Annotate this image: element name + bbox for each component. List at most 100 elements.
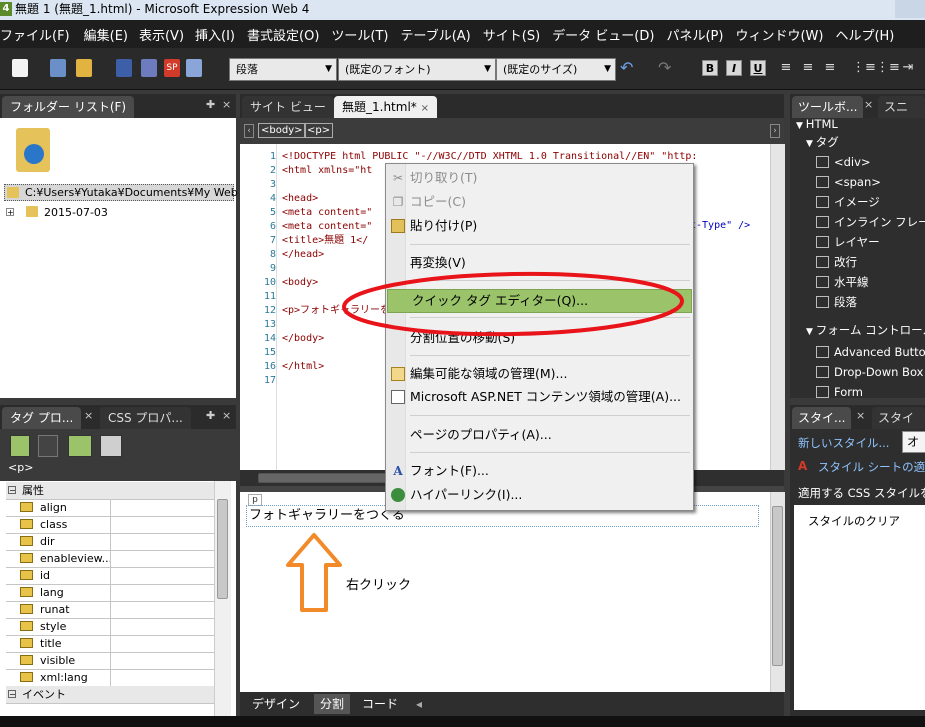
undo-icon[interactable]: ↶ <box>620 59 636 77</box>
scroll-right-icon[interactable]: › <box>770 124 780 138</box>
align-left-icon[interactable]: ≡ <box>778 59 794 77</box>
menu-view[interactable]: 表示(V) <box>139 25 190 44</box>
property-value[interactable] <box>110 499 215 516</box>
toolbox-group-forms[interactable]: ▼ フォーム コントロール <box>806 320 925 340</box>
menu-item-hyperlink[interactable]: ハイパーリンク(I)... <box>386 484 693 506</box>
property-value[interactable] <box>110 601 215 618</box>
save-icon[interactable] <box>116 59 132 77</box>
property-row[interactable]: visible <box>6 652 214 670</box>
indent-icon[interactable]: ⇥ <box>900 59 916 77</box>
window-control-button[interactable] <box>895 0 925 18</box>
align-center-icon[interactable]: ≡ <box>800 59 816 77</box>
tab-css-properties[interactable]: CSS プロパ... <box>100 407 191 429</box>
font-size-dropdown[interactable]: (既定のサイズ) ▼ <box>496 58 616 81</box>
menu-tools[interactable]: ツール(T) <box>331 25 394 44</box>
close-icon[interactable]: × <box>222 98 231 111</box>
menu-edit[interactable]: 編集(E) <box>84 25 134 44</box>
folder-item[interactable]: + 2015-07-03 <box>4 204 224 221</box>
property-row[interactable]: lang <box>6 584 214 602</box>
menu-panels[interactable]: パネル(P) <box>666 25 729 44</box>
menu-dataview[interactable]: データ ビュー(D) <box>552 25 660 44</box>
property-row[interactable]: xml:lang <box>6 669 214 687</box>
menu-format[interactable]: 書式設定(O) <box>247 25 325 44</box>
scroll-thumb[interactable] <box>217 499 228 599</box>
menu-item-font[interactable]: A フォント(F)... <box>386 460 693 482</box>
code-vertical-scrollbar[interactable] <box>770 144 785 470</box>
collapse-icon[interactable]: − <box>8 486 16 495</box>
property-row[interactable]: title <box>6 635 214 653</box>
property-value[interactable] <box>110 584 215 601</box>
pin-icon[interactable]: ✚ <box>206 409 215 422</box>
redo-icon[interactable]: ↷ <box>658 59 674 77</box>
open-folder-icon[interactable] <box>76 59 92 77</box>
scroll-left-icon[interactable]: ‹ <box>244 124 254 138</box>
menu-item-move-split[interactable]: 分割位置の移動(S) <box>386 327 693 349</box>
collapse-icon[interactable]: − <box>8 690 16 699</box>
menu-window[interactable]: ウィンドウ(W) <box>735 25 829 44</box>
options-button[interactable]: オ <box>902 431 925 453</box>
property-value[interactable] <box>110 652 215 669</box>
open-site-icon[interactable] <box>50 59 66 77</box>
tab-toolbox[interactable]: ツールボ... <box>792 96 864 118</box>
scroll-thumb[interactable] <box>772 506 783 666</box>
tab-document[interactable]: 無題_1.html* × <box>334 96 438 118</box>
property-row[interactable]: style <box>6 618 214 636</box>
new-page-icon[interactable] <box>12 59 28 77</box>
tab-snippets[interactable]: スニペ <box>878 96 925 136</box>
property-value[interactable] <box>110 618 215 635</box>
bullet-list-icon[interactable]: ⋮≡ <box>876 59 900 77</box>
tab-code[interactable]: コード <box>356 694 404 714</box>
property-value[interactable] <box>110 635 215 652</box>
property-row[interactable]: enableview... <box>6 550 214 568</box>
tab-tag-properties[interactable]: タグ プロ... <box>2 407 82 429</box>
scroll-left-icon[interactable]: ◂ <box>416 694 422 714</box>
tab-style-manage[interactable]: スタイル <box>872 407 925 447</box>
menu-item-editable-regions[interactable]: 編集可能な領域の管理(M)... <box>386 363 693 385</box>
expand-icon[interactable]: + <box>6 208 14 217</box>
categorized-icon[interactable] <box>10 435 30 457</box>
site-root-item[interactable]: C:¥Users¥Yutaka¥Documents¥My Web S <box>4 184 248 201</box>
menu-site[interactable]: サイト(S) <box>483 25 546 44</box>
close-icon[interactable]: × <box>222 409 231 422</box>
property-row[interactable]: runat <box>6 601 214 619</box>
menu-item-aspnet-content[interactable]: Microsoft ASP.NET コンテンツ領域の管理(A)... <box>386 386 693 408</box>
toolbox-group-tags[interactable]: ▼ タグ <box>806 132 839 152</box>
property-value[interactable] <box>110 550 215 567</box>
italic-button[interactable]: I <box>726 60 742 76</box>
design-view[interactable]: p フォトギャラリーをつくる 右クリック <box>240 492 770 692</box>
menu-item-copy[interactable]: ❐ コピー(C) <box>386 191 693 213</box>
sort-icon[interactable] <box>38 435 58 457</box>
close-icon[interactable]: × <box>856 409 865 422</box>
property-row[interactable]: class <box>6 516 214 534</box>
numbered-list-icon[interactable]: ⋮≡ <box>852 59 876 77</box>
property-value[interactable] <box>110 567 215 584</box>
breadcrumb-p[interactable]: <p> <box>304 123 334 138</box>
tab-site-view[interactable]: サイト ビュー <box>242 96 334 118</box>
menu-table[interactable]: テーブル(A) <box>401 25 477 44</box>
align-right-icon[interactable]: ≡ <box>822 59 838 77</box>
font-dropdown[interactable]: (既定のフォント) ▼ <box>338 58 496 81</box>
tag-properties-icon[interactable] <box>100 435 122 457</box>
save-all-icon[interactable] <box>141 59 157 77</box>
section-attributes[interactable]: − 属性 <box>6 482 214 500</box>
section-events[interactable]: − イベント <box>6 686 214 704</box>
breadcrumb-body[interactable]: <body> <box>258 123 306 138</box>
tab-folder-list[interactable]: フォルダー リスト(F) <box>2 96 135 118</box>
property-value[interactable] <box>110 669 215 686</box>
close-icon[interactable]: × <box>84 409 93 422</box>
close-icon[interactable]: × <box>864 98 873 111</box>
menu-item-reconvert[interactable]: 再変換(V) <box>386 252 693 274</box>
underline-button[interactable]: U <box>750 60 766 76</box>
menu-item-paste[interactable]: 貼り付け(P) <box>386 215 693 237</box>
design-vertical-scrollbar[interactable] <box>770 492 785 692</box>
close-icon[interactable]: × <box>421 103 429 114</box>
sp-icon[interactable]: SP <box>164 59 180 77</box>
menu-help[interactable]: ヘルプ(H) <box>835 25 900 44</box>
menu-item-page-properties[interactable]: ページのプロパティ(A)... <box>386 424 693 446</box>
pin-icon[interactable]: ✚ <box>206 98 215 111</box>
show-set-properties-icon[interactable] <box>68 435 92 457</box>
paragraph-style-dropdown[interactable]: 段落 ▼ <box>229 58 337 81</box>
new-style-link[interactable]: 新しいスタイル... <box>798 435 889 451</box>
property-value[interactable] <box>110 516 215 533</box>
tab-styles[interactable]: スタイ... <box>792 407 852 429</box>
